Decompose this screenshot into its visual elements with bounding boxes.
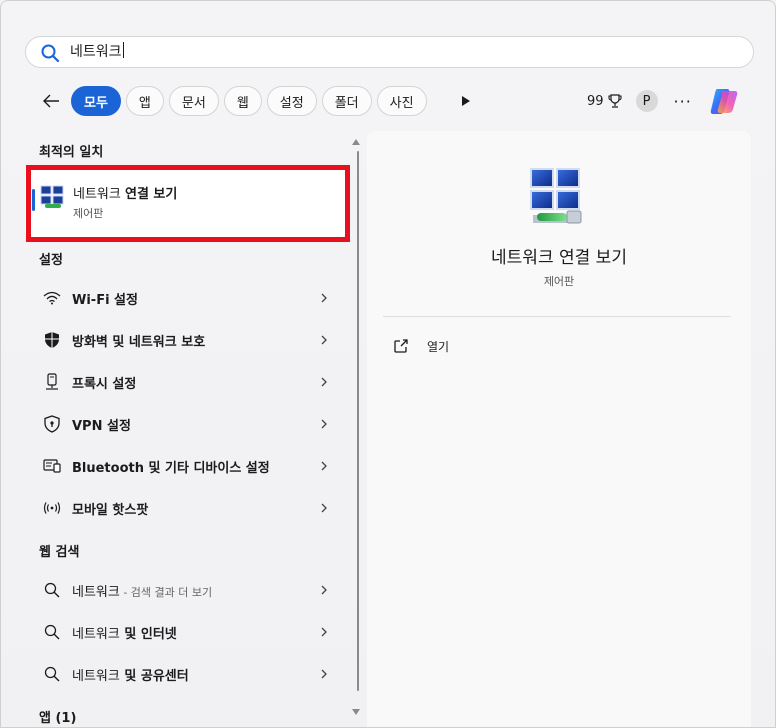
back-arrow-icon [43,94,59,108]
detail-subtitle: 제어판 [543,275,575,288]
settings-heading: 설정 [39,253,63,268]
start-search-window: 네트워크 모두 앱 문서 웹 설정 폴더 사진 99 P ··· 최적의 일치 … [0,0,776,728]
web-search-heading: 웹 검색 [39,545,80,560]
copilot-icon[interactable] [708,85,740,117]
scrollbar-thumb[interactable] [357,151,359,691]
web-item-suggestion: 및 공유센터 [119,669,189,684]
web-item-label: 네트워크 및 공유센터 [72,665,189,684]
open-label: 열기 [427,339,450,354]
filter-chip-settings[interactable]: 설정 [266,86,317,116]
detail-pane: 네트워크 연결 보기 제어판 열기 [367,131,751,727]
rewards-points-button[interactable]: 99 [587,93,622,109]
filter-chip-documents[interactable]: 문서 [168,86,219,116]
highlight-box [26,165,350,242]
open-button[interactable]: 열기 [387,331,449,361]
more-filters-button[interactable] [454,87,478,115]
play-icon [461,96,470,106]
search-query-text: 네트워크 [70,44,122,60]
web-item-query: 네트워크 [72,627,120,642]
results-list: 최적의 일치 네트워크 연결 보기 제어판 설정 Wi-Fi 설정 방화벽 및 … [25,131,355,727]
web-item-label: 네트워크 - 검색 결과 더 보기 [72,581,212,600]
network-connections-icon [530,168,582,224]
settings-item-label: Bluetooth 및 기타 디바이스 설정 [72,461,270,476]
web-item-query: 네트워크 [72,669,120,684]
devices-icon [43,457,61,475]
rewards-points-value: 99 [587,93,604,109]
chevron-right-icon [321,669,327,679]
open-external-icon [394,339,408,353]
shield-icon [43,331,61,349]
web-item-more-results[interactable]: 네트워크 - 검색 결과 더 보기 [25,570,347,610]
chevron-right-icon [321,419,327,429]
vpn-shield-icon [43,415,61,433]
settings-item-bluetooth[interactable]: Bluetooth 및 기타 디바이스 설정 [25,446,347,486]
settings-item-label: Wi-Fi 설정 [72,293,138,308]
chevron-right-icon [321,503,327,513]
divider [383,316,731,317]
web-item-query: 네트워크 [72,585,120,600]
settings-item-firewall[interactable]: 방화벽 및 네트워크 보호 [25,320,347,360]
avatar[interactable]: P [635,90,658,112]
back-button[interactable] [37,87,65,115]
chevron-right-icon [321,585,327,595]
search-icon [43,623,61,641]
settings-item-vpn[interactable]: VPN 설정 [25,404,347,444]
search-icon [41,44,60,63]
search-icon [43,665,61,683]
hotspot-icon [43,499,61,517]
search-icon [43,581,61,599]
filter-chip-all[interactable]: 모두 [71,86,121,116]
wifi-icon [43,289,61,307]
search-input[interactable]: 네트워크 [70,41,710,63]
settings-item-label: VPN 설정 [72,419,131,434]
text-caret [122,42,124,58]
scroll-up-arrow-icon[interactable] [352,139,360,145]
detail-title: 네트워크 연결 보기 [491,248,627,268]
web-item-extra: - 검색 결과 더 보기 [119,586,213,599]
filter-chip-folders[interactable]: 폴더 [321,86,372,116]
settings-item-label: 프록시 설정 [72,377,137,392]
chevron-right-icon [321,461,327,471]
web-item-sharing-center[interactable]: 네트워크 및 공유센터 [25,654,347,694]
settings-item-label: 방화벽 및 네트워크 보호 [72,335,206,350]
web-item-suggestion: 및 인터넷 [119,627,177,642]
settings-item-proxy[interactable]: 프록시 설정 [25,362,347,402]
proxy-icon [43,373,61,391]
trophy-icon [607,94,622,108]
chevron-right-icon [321,377,327,387]
chevron-right-icon [321,335,327,345]
scroll-down-arrow-icon[interactable] [352,709,360,715]
search-box[interactable]: 네트워크 [25,36,754,68]
web-item-label: 네트워크 및 인터넷 [72,623,177,642]
best-match-heading: 최적의 일치 [39,145,104,160]
filter-chip-apps[interactable]: 앱 [125,86,164,116]
chevron-right-icon [321,627,327,637]
settings-item-wifi[interactable]: Wi-Fi 설정 [25,278,347,318]
settings-item-hotspot[interactable]: 모바일 핫스팟 [25,488,347,528]
settings-item-label: 모바일 핫스팟 [72,503,149,518]
chevron-right-icon [321,293,327,303]
web-item-network-internet[interactable]: 네트워크 및 인터넷 [25,612,347,652]
filter-bar: 모두 앱 문서 웹 설정 폴더 사진 [37,85,478,117]
apps-heading: 앱 (1) [39,711,77,726]
filter-chip-photos[interactable]: 사진 [376,86,427,116]
more-options-button[interactable]: ··· [674,92,692,111]
filter-chip-web[interactable]: 웹 [223,86,262,116]
toolbar-right: 99 P ··· [587,87,740,115]
